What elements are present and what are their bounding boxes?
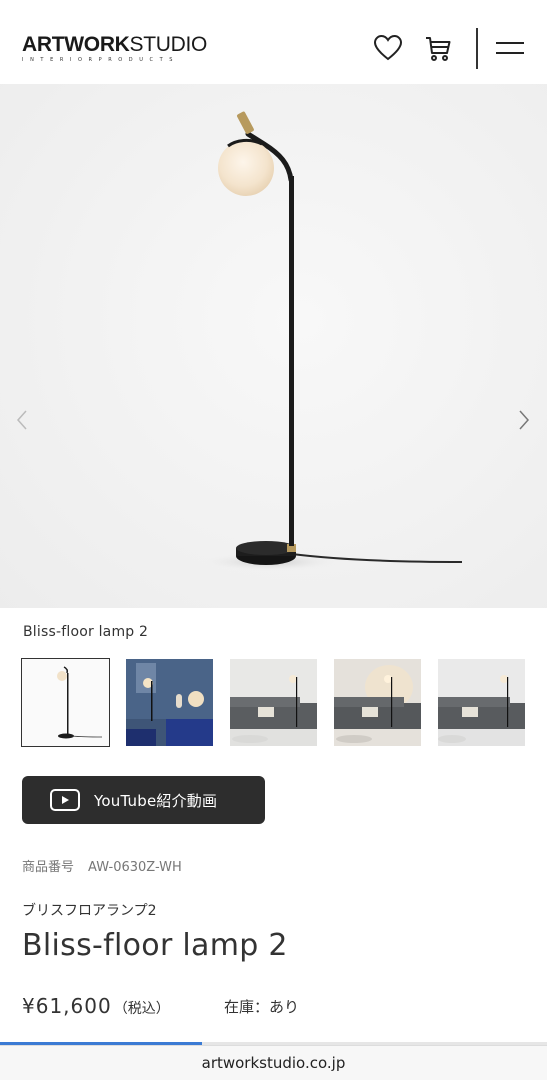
thumbnail-3[interactable]: [230, 659, 317, 746]
product-sku: 商品番号 AW-0630Z-WH: [22, 856, 182, 875]
header-divider: [476, 28, 478, 69]
logo-wordmark: ARTWORKSTUDIO: [22, 34, 207, 56]
stock-status: 在庫：あり: [224, 998, 300, 1016]
sku-label: 商品番号: [22, 860, 75, 875]
price-value: ¥61,600: [22, 994, 112, 1018]
thumbnail-2[interactable]: [126, 659, 213, 746]
thumbnail-5[interactable]: [438, 659, 525, 746]
youtube-button-label: YouTube紹介動画: [94, 791, 218, 810]
heart-icon: [373, 34, 403, 61]
chevron-right-icon: [519, 410, 530, 430]
floor-lamp-image: [0, 84, 547, 608]
thumbnail-4[interactable]: [334, 659, 421, 746]
tax-note: （税込）: [113, 1001, 170, 1017]
thumb-sofa-room: [230, 659, 317, 746]
thumb-sofa-warm: [334, 659, 421, 746]
play-icon: [50, 789, 80, 811]
logo-bold: ARTWORK: [22, 33, 130, 56]
cart-button[interactable]: [422, 32, 454, 64]
thumb-sofa-room-2: [438, 659, 525, 746]
prev-image-button[interactable]: [10, 404, 34, 436]
favorites-button[interactable]: [372, 32, 404, 64]
cart-icon: [426, 37, 451, 61]
youtube-video-button[interactable]: YouTube紹介動画: [22, 776, 265, 824]
site-header: ARTWORKSTUDIO INTERIORPRODUCTS: [0, 0, 547, 84]
next-image-button[interactable]: [512, 404, 536, 436]
menu-button[interactable]: [494, 32, 526, 64]
logo-thin: STUDIO: [129, 33, 208, 56]
product-title: Bliss-floor lamp 2: [22, 928, 288, 963]
brand-logo[interactable]: ARTWORKSTUDIO INTERIORPRODUCTS: [22, 34, 207, 64]
browser-url-bar[interactable]: artworkstudio.co.jp: [0, 1045, 547, 1080]
image-caption: Bliss-floor lamp 2: [23, 624, 149, 640]
sku-value: AW-0630Z-WH: [88, 860, 182, 875]
hamburger-menu-icon: [496, 42, 524, 54]
product-price: ¥61,600 （税込）: [22, 994, 170, 1018]
chevron-left-icon: [16, 410, 27, 430]
logo-tagline: INTERIORPRODUCTS: [22, 57, 180, 63]
thumbnail-1[interactable]: [21, 658, 110, 747]
thumbnail-strip: [21, 658, 525, 747]
product-image-slider[interactable]: [0, 84, 547, 608]
thumb-blue-room: [126, 659, 213, 746]
thumb-lamp-white-bg: [22, 659, 109, 746]
product-name-kana: ブリスフロアランプ2: [22, 903, 157, 919]
